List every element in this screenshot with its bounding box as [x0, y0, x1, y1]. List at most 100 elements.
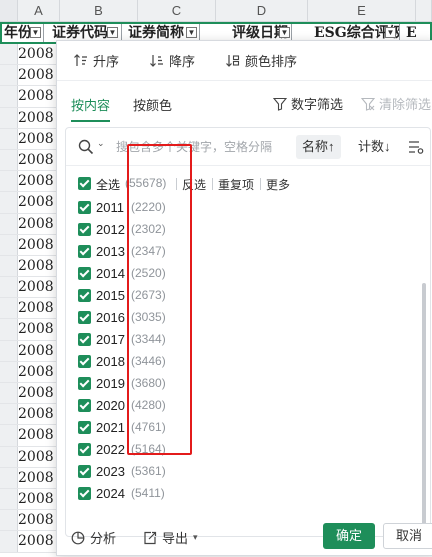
item-count: (2302) — [131, 222, 166, 236]
sort-by-name-button[interactable]: 名称↑ — [296, 135, 341, 159]
search-icon[interactable] — [78, 139, 94, 155]
list-item[interactable]: 2022 (5164) — [66, 439, 430, 461]
divider — [260, 178, 261, 190]
search-input[interactable] — [116, 138, 296, 156]
list-item[interactable]: 2012 (2302) — [66, 219, 430, 241]
export-button[interactable]: 导出 ▾ — [143, 528, 198, 547]
item-checkbox[interactable] — [78, 245, 91, 258]
year-cell[interactable]: 2008 — [18, 489, 54, 509]
year-cell[interactable]: 2008 — [18, 468, 54, 488]
column-header-b[interactable]: B — [60, 0, 138, 22]
clear-filter-button[interactable]: 清除筛选 — [361, 94, 431, 113]
filter-dropdown-icon[interactable]: ▼ — [279, 27, 290, 38]
filter-dropdown-icon[interactable]: ▼ — [30, 27, 41, 38]
year-cell[interactable]: 2008 — [18, 171, 54, 191]
item-label: 2012 — [96, 222, 125, 237]
year-cell[interactable]: 2008 — [18, 192, 54, 212]
sort-ascending-button[interactable]: 升序 — [73, 51, 119, 70]
year-cell[interactable]: 2008 — [18, 341, 54, 361]
filter-dropdown-icon[interactable]: ▼ — [186, 27, 197, 38]
item-checkbox[interactable] — [78, 377, 91, 390]
sort-descending-button[interactable]: 降序 — [149, 51, 195, 70]
year-cell[interactable]: 2008 — [18, 256, 54, 276]
item-checkbox[interactable] — [78, 201, 91, 214]
year-cell[interactable]: 2008 — [18, 214, 54, 234]
item-checkbox[interactable] — [78, 465, 91, 478]
year-cell[interactable]: 2008 — [18, 235, 54, 255]
year-cell[interactable]: 2008 — [18, 510, 54, 530]
list-item[interactable]: 2023 (5361) — [66, 461, 430, 483]
analyze-button[interactable]: 分析 — [71, 528, 116, 547]
item-checkbox[interactable] — [78, 267, 91, 280]
column-header-e[interactable]: E — [308, 0, 416, 22]
column-header-d[interactable]: D — [216, 0, 308, 22]
item-count: (3344) — [131, 332, 166, 346]
year-cell[interactable]: 2008 — [18, 65, 54, 85]
select-all-label[interactable]: 全选 — [96, 176, 120, 193]
item-checkbox[interactable] — [78, 421, 91, 434]
list-item[interactable]: 2024 (5411) — [66, 483, 430, 505]
year-cell[interactable]: 2008 — [18, 44, 54, 64]
item-checkbox[interactable] — [78, 289, 91, 302]
filter-dropdown-icon[interactable]: ▼ — [385, 27, 396, 38]
column-header-c[interactable]: C — [138, 0, 216, 22]
tab-by-content[interactable]: 按内容 — [71, 95, 111, 122]
item-checkbox[interactable] — [78, 399, 91, 412]
color-sort-label: 颜色排序 — [245, 54, 298, 69]
filter-dropdown-icon[interactable]: ▼ — [107, 27, 118, 38]
item-checkbox[interactable] — [78, 355, 91, 368]
year-cell[interactable]: 2008 — [18, 362, 54, 382]
corner-cell[interactable] — [0, 0, 18, 22]
list-item[interactable]: 2014 (2520) — [66, 263, 430, 285]
column-header-a[interactable]: A — [18, 0, 60, 22]
settings-icon[interactable] — [408, 140, 424, 154]
pie-chart-icon — [71, 531, 85, 544]
color-sort-button[interactable]: 颜色排序 — [225, 51, 297, 70]
list-item[interactable]: 2013 (2347) — [66, 241, 430, 263]
year-cell[interactable]: 2008 — [18, 108, 54, 128]
list-item[interactable]: 2017 (3344) — [66, 329, 430, 351]
item-checkbox[interactable] — [78, 311, 91, 324]
year-cell[interactable]: 2008 — [18, 404, 54, 424]
number-filter-button[interactable]: 数字筛选 — [273, 94, 343, 113]
year-cell[interactable]: 2008 — [18, 86, 54, 106]
item-label: 2018 — [96, 354, 125, 369]
year-cell[interactable]: 2008 — [18, 531, 54, 551]
year-cell[interactable]: 2008 — [18, 447, 54, 467]
year-cell[interactable]: 2008 — [18, 129, 54, 149]
year-cell[interactable]: 2008 — [18, 425, 54, 445]
item-count: (3035) — [131, 310, 166, 324]
select-all-checkbox[interactable] — [78, 177, 91, 190]
year-cell[interactable]: 2008 — [18, 298, 54, 318]
chevron-down-icon[interactable]: ⌄ — [97, 138, 105, 149]
cancel-button[interactable]: 取消 — [383, 523, 432, 549]
more-link[interactable]: 更多 — [266, 176, 290, 193]
item-checkbox[interactable] — [78, 443, 91, 456]
duplicates-link[interactable]: 重复项 — [218, 176, 254, 193]
sort-by-count-button[interactable]: 计数↓ — [352, 135, 397, 159]
list-item[interactable]: 2011 (2220) — [66, 197, 430, 219]
list-item[interactable]: 2015 (2673) — [66, 285, 430, 307]
year-cell[interactable]: 2008 — [18, 383, 54, 403]
year-cell[interactable]: 2008 — [18, 277, 54, 297]
column-header-f[interactable] — [416, 0, 432, 22]
item-label: 2015 — [96, 288, 125, 303]
item-count: (3680) — [131, 376, 166, 390]
list-item[interactable]: 2020 (4280) — [66, 395, 430, 417]
analyze-label: 分析 — [90, 531, 117, 546]
scrollbar[interactable] — [422, 283, 426, 525]
list-item[interactable]: 2016 (3035) — [66, 307, 430, 329]
item-checkbox[interactable] — [78, 333, 91, 346]
item-checkbox[interactable] — [78, 223, 91, 236]
invert-selection-link[interactable]: 反选 — [182, 176, 206, 193]
item-label: 2014 — [96, 266, 125, 281]
year-cell[interactable]: 2008 — [18, 319, 54, 339]
tab-by-color[interactable]: 按颜色 — [133, 95, 172, 114]
year-cell[interactable]: 2008 — [18, 150, 54, 170]
list-item[interactable]: 2021 (4761) — [66, 417, 430, 439]
clear-filter-icon — [361, 97, 375, 111]
list-item[interactable]: 2019 (3680) — [66, 373, 430, 395]
ok-button[interactable]: 确定 — [323, 523, 375, 549]
item-checkbox[interactable] — [78, 487, 91, 500]
list-item[interactable]: 2018 (3446) — [66, 351, 430, 373]
